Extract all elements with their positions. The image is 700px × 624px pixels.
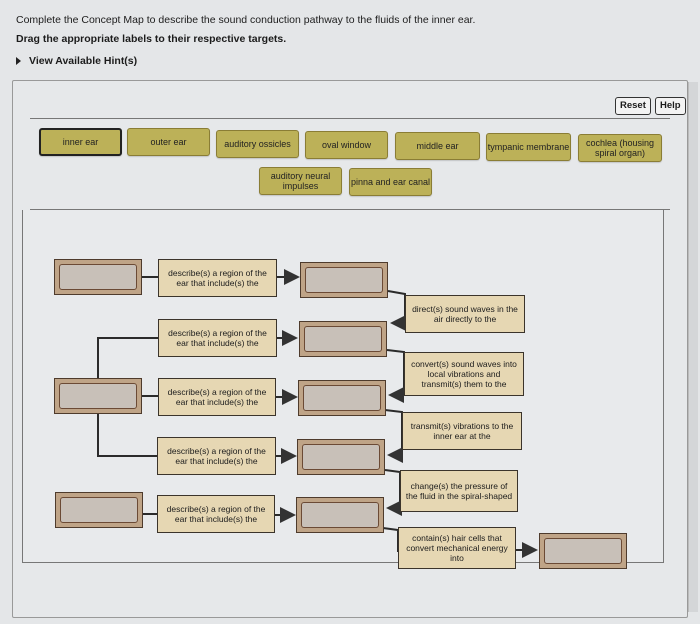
link-phrase: describe(s) a region of the ear that inc… [157, 437, 276, 475]
drop-target-final[interactable] [539, 533, 627, 569]
caret-right-icon [16, 57, 21, 66]
drag-instruction-text: Drag the appropriate labels to their res… [16, 33, 287, 45]
label-chip-auditory-neural-impulses[interactable]: auditory neural impulses [259, 167, 342, 195]
view-hints-link[interactable]: View Available Hint(s) [16, 55, 137, 67]
label-chip-oval-window[interactable]: oval window [305, 131, 388, 159]
drop-target-left-3[interactable] [55, 492, 143, 528]
label-chip-cochlea[interactable]: cochlea (housing spiral organ) [578, 134, 662, 162]
link-phrase: change(s) the pressure of the fluid in t… [400, 470, 518, 512]
reset-button[interactable]: Reset [615, 97, 651, 115]
drop-target-middle-3[interactable] [298, 380, 386, 416]
label-chip-inner-ear[interactable]: inner ear [39, 128, 122, 156]
label-chip-tympanic-membrane[interactable]: tympanic membrane [486, 133, 571, 161]
help-button[interactable]: Help [655, 97, 686, 115]
drop-target-middle-1[interactable] [300, 262, 388, 298]
drop-target-middle-2[interactable] [299, 321, 387, 357]
link-phrase: describe(s) a region of the ear that inc… [157, 495, 275, 533]
scrollbar[interactable] [688, 82, 698, 612]
link-phrase: describe(s) a region of the ear that inc… [158, 259, 277, 297]
instruction-text: Complete the Concept Map to describe the… [16, 14, 476, 26]
label-chip-middle-ear[interactable]: middle ear [395, 132, 480, 160]
link-phrase: convert(s) sound waves into local vibrat… [404, 352, 524, 396]
view-hints-label: View Available Hint(s) [29, 55, 138, 67]
drop-target-left-1[interactable] [54, 259, 142, 295]
link-phrase: contain(s) hair cells that convert mecha… [398, 527, 516, 569]
label-chip-outer-ear[interactable]: outer ear [127, 128, 210, 156]
link-phrase: direct(s) sound waves in the air directl… [405, 295, 525, 333]
drop-target-left-2[interactable] [54, 378, 142, 414]
link-phrase: describe(s) a region of the ear that inc… [158, 378, 276, 416]
link-phrase: transmit(s) vibrations to the inner ear … [402, 412, 522, 450]
label-chip-auditory-ossicles[interactable]: auditory ossicles [216, 130, 299, 158]
link-phrase: describe(s) a region of the ear that inc… [158, 319, 277, 357]
label-chip-pinna-and-ear-canal[interactable]: pinna and ear canal [349, 168, 432, 196]
drop-target-middle-5[interactable] [296, 497, 384, 533]
drop-target-middle-4[interactable] [297, 439, 385, 475]
